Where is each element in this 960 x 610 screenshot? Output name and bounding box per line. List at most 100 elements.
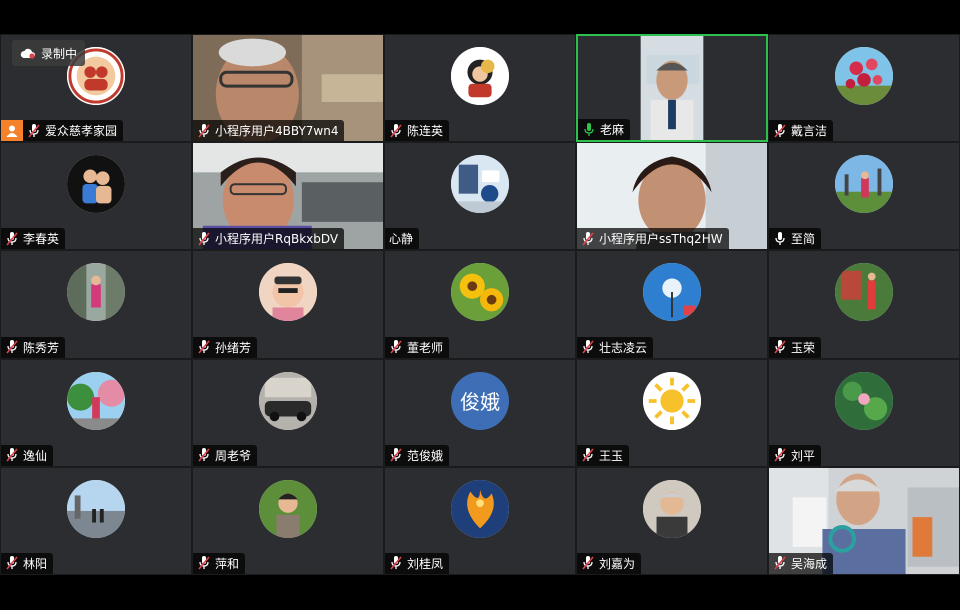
participant-tile[interactable]: 周老爷 <box>192 358 384 467</box>
participant-tile[interactable]: 俊娥 范俊娥 <box>384 358 576 467</box>
name-label: 小程序用户4BBY7wn4 <box>193 120 345 142</box>
participant-name: 刘桂凤 <box>407 556 444 571</box>
participant-name: 壮志凌云 <box>599 340 648 355</box>
participant-name: 周老爷 <box>215 448 252 463</box>
name-label: 吴海成 <box>769 552 834 574</box>
participant-tile[interactable]: 小程序用户ssThq2HW <box>576 142 768 251</box>
participant-tile[interactable]: 萍和 <box>192 466 384 575</box>
mic-muted-icon <box>581 555 595 571</box>
participant-name: 小程序用户4BBY7wn4 <box>215 124 339 139</box>
recording-indicator[interactable]: 录制中 <box>12 40 86 66</box>
participant-tile[interactable]: 小程序用户RqBkxbDV <box>192 142 384 251</box>
avatar <box>67 155 125 214</box>
name-label: 小程序用户ssThq2HW <box>577 228 729 250</box>
avatar <box>835 263 893 322</box>
name-label: 孙绪芳 <box>193 336 258 358</box>
name-label: 刘嘉为 <box>577 552 642 574</box>
participant-tile[interactable]: 吴海成 <box>768 466 960 575</box>
avatar <box>451 47 509 105</box>
participant-tile[interactable]: 刘平 <box>768 358 960 467</box>
mic-muted-icon <box>581 231 595 247</box>
bottom-bar <box>0 575 960 610</box>
participant-tile[interactable]: 小程序用户4BBY7wn4 <box>192 34 384 143</box>
name-label: 爱众慈孝家园 <box>23 120 124 142</box>
avatar <box>835 155 893 214</box>
participant-name: 逸仙 <box>23 448 48 463</box>
avatar <box>451 155 509 214</box>
recording-label: 录制中 <box>41 46 78 61</box>
name-label: 王玉 <box>577 444 630 466</box>
mic-muted-icon <box>581 339 595 355</box>
participant-name: 李春英 <box>23 232 60 247</box>
avatar <box>643 479 701 538</box>
name-label: 陈秀芳 <box>1 336 66 358</box>
avatar <box>451 479 509 538</box>
participant-tile[interactable]: 至简 <box>768 142 960 251</box>
name-label: 壮志凌云 <box>577 336 654 358</box>
participant-name: 刘平 <box>791 448 816 463</box>
participant-name: 萍和 <box>215 556 240 571</box>
name-label: 老麻 <box>578 119 631 141</box>
mic-icon <box>773 231 787 247</box>
name-label: 玉荣 <box>769 336 822 358</box>
mic-muted-icon <box>5 231 19 247</box>
mic-muted-icon <box>5 339 19 355</box>
name-label: 陈连英 <box>385 120 450 142</box>
participant-tile[interactable]: 董老师 <box>384 250 576 359</box>
participant-name: 刘嘉为 <box>599 556 636 571</box>
participant-name: 孙绪芳 <box>215 340 252 355</box>
participant-name: 林阳 <box>23 556 48 571</box>
top-bar <box>0 0 960 34</box>
participant-name: 爱众慈孝家园 <box>45 124 118 139</box>
mic-muted-icon <box>197 231 211 247</box>
mic-muted-icon <box>389 339 403 355</box>
name-label: 戴言洁 <box>769 120 834 142</box>
participant-tile[interactable]: 刘桂凤 <box>384 466 576 575</box>
name-label: 范俊娥 <box>385 444 450 466</box>
participant-tile[interactable]: 李春英 <box>0 142 192 251</box>
avatar <box>67 263 125 322</box>
participant-name: 陈连英 <box>407 124 444 139</box>
participant-tile[interactable]: 老麻 <box>576 34 768 143</box>
avatar <box>643 371 701 430</box>
participant-name: 戴言洁 <box>791 124 828 139</box>
mic-muted-icon <box>773 555 787 571</box>
participant-tile[interactable]: 陈秀芳 <box>0 250 192 359</box>
mic-muted-icon <box>197 339 211 355</box>
name-label: 周老爷 <box>193 444 258 466</box>
participant-name: 老麻 <box>600 123 625 138</box>
participant-tile[interactable]: 陈连英 <box>384 34 576 143</box>
participant-name: 玉荣 <box>791 340 816 355</box>
mic-muted-icon <box>389 123 403 139</box>
name-label: 萍和 <box>193 552 246 574</box>
participant-grid: 爱众慈孝家园 小程序用户4BBY7wn4 陈连英 老麻 戴言洁李春英 小程序用户RqBkx… <box>0 34 960 575</box>
mic-muted-icon <box>773 123 787 139</box>
participant-tile[interactable]: 逸仙 <box>0 358 192 467</box>
participant-tile[interactable]: 孙绪芳 <box>192 250 384 359</box>
participant-tile[interactable]: 戴言洁 <box>768 34 960 143</box>
mic-muted-icon <box>5 555 19 571</box>
mic-muted-icon <box>389 555 403 571</box>
mic-muted-icon <box>197 555 211 571</box>
participant-tile[interactable]: 玉荣 <box>768 250 960 359</box>
participant-tile[interactable]: 壮志凌云 <box>576 250 768 359</box>
name-label: 逸仙 <box>1 444 54 466</box>
participant-name: 小程序用户ssThq2HW <box>599 232 723 247</box>
name-label: 小程序用户RqBkxbDV <box>193 228 345 250</box>
mic-muted-icon <box>197 123 211 139</box>
mic-muted-icon <box>5 447 19 463</box>
name-label: 至简 <box>769 228 822 250</box>
avatar <box>259 371 317 430</box>
participant-tile[interactable]: 刘嘉为 <box>576 466 768 575</box>
avatar <box>835 371 893 430</box>
mic-muted-icon <box>581 447 595 463</box>
participant-tile[interactable]: 林阳 <box>0 466 192 575</box>
name-label: 刘平 <box>769 444 822 466</box>
mic-icon <box>582 122 596 138</box>
participant-tile[interactable]: 心静 <box>384 142 576 251</box>
participant-name: 陈秀芳 <box>23 340 60 355</box>
avatar <box>259 263 317 322</box>
name-label: 刘桂凤 <box>385 552 450 574</box>
name-label: 董老师 <box>385 336 450 358</box>
participant-tile[interactable]: 王玉 <box>576 358 768 467</box>
